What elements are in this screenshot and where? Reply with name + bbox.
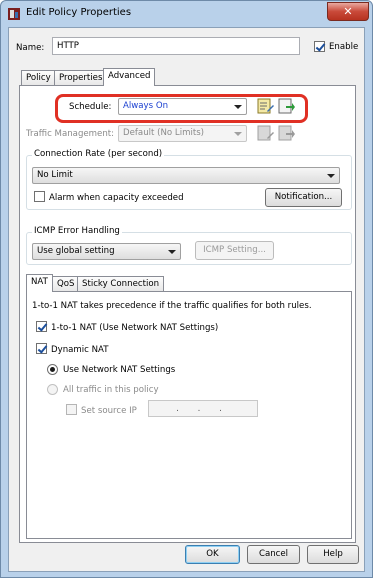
icmp-select[interactable]: Use global setting — [32, 243, 181, 260]
advanced-panel: Schedule: Always On Traffic Management: … — [19, 85, 356, 543]
tab-advanced[interactable]: Advanced — [103, 68, 156, 86]
close-button[interactable]: ✕ — [327, 2, 369, 21]
tab-sticky-connection[interactable]: Sticky Connection — [77, 276, 165, 292]
tab-qos[interactable]: QoS — [52, 276, 80, 292]
notification-button[interactable]: Notification... — [265, 188, 342, 207]
chevron-down-icon — [327, 174, 335, 178]
nat-panel: 1-to-1 NAT takes precedence if the traff… — [26, 291, 352, 539]
edit-traffic-icon — [257, 124, 275, 142]
chevron-down-icon — [234, 132, 242, 136]
traffic-management-value: Default (No Limits) — [123, 128, 205, 138]
title-bar: Edit Policy Properties ✕ — [1, 1, 372, 27]
dialog-content: Name: HTTP Enable Policy Properties Adva… — [8, 27, 365, 572]
tab-nat[interactable]: NAT — [26, 274, 53, 292]
icmp-title: ICMP Error Handling — [32, 226, 122, 236]
set-source-ip-checkbox — [66, 404, 77, 415]
cancel-button[interactable]: Cancel — [247, 545, 300, 564]
dialog-window: Edit Policy Properties ✕ Name: HTTP Enab… — [0, 0, 373, 578]
nat-info-text: 1-to-1 NAT takes precedence if the traff… — [32, 301, 312, 311]
all-traffic-radio — [47, 384, 58, 395]
dynamic-nat-checkbox[interactable] — [36, 343, 47, 354]
add-traffic-icon — [278, 124, 296, 142]
icmp-value: Use global setting — [37, 246, 115, 256]
icmp-setting-button: ICMP Setting... — [195, 241, 274, 260]
app-policy-icon — [7, 7, 21, 21]
alarm-label: Alarm when capacity exceeded — [49, 193, 184, 203]
one-to-one-nat-label: 1-to-1 NAT (Use Network NAT Settings) — [51, 323, 219, 333]
traffic-management-label: Traffic Management: — [26, 129, 115, 139]
help-button[interactable]: Help — [307, 545, 359, 564]
all-traffic-label: All traffic in this policy — [63, 385, 159, 395]
enable-checkbox[interactable] — [314, 41, 325, 52]
alarm-checkbox[interactable] — [34, 191, 45, 202]
name-label: Name: — [16, 43, 45, 53]
tab-properties[interactable]: Properties — [54, 70, 108, 86]
enable-label: Enable — [329, 42, 359, 52]
source-ip-field: . . . — [148, 400, 258, 417]
connection-rate-title: Connection Rate (per second) — [32, 149, 165, 159]
name-input[interactable]: HTTP — [52, 37, 300, 55]
dynamic-nat-label: Dynamic NAT — [51, 345, 109, 355]
traffic-management-select: Default (No Limits) — [118, 125, 247, 142]
connection-rate-value: No Limit — [37, 170, 73, 180]
ok-button[interactable]: OK — [185, 545, 240, 564]
close-icon: ✕ — [343, 5, 353, 18]
use-network-nat-label: Use Network NAT Settings — [63, 365, 176, 375]
tab-policy[interactable]: Policy — [21, 70, 56, 86]
one-to-one-nat-checkbox[interactable] — [36, 321, 47, 332]
use-network-nat-radio[interactable] — [47, 364, 58, 375]
window-title: Edit Policy Properties — [26, 7, 132, 18]
connection-rate-select[interactable]: No Limit — [32, 167, 340, 184]
schedule-highlight — [55, 94, 308, 123]
chevron-down-icon — [168, 250, 176, 254]
set-source-ip-label: Set source IP — [81, 406, 137, 416]
